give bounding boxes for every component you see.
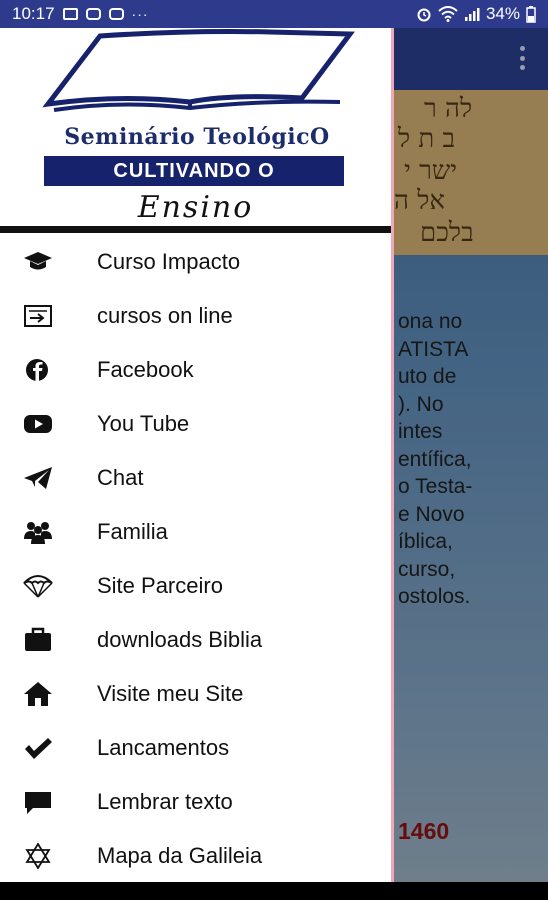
youtube-icon <box>85 8 101 20</box>
menu-item-lembrar-texto[interactable]: Lembrar texto <box>0 775 391 829</box>
alarm-icon <box>417 8 431 22</box>
card-arrow-icon <box>24 305 52 327</box>
image-icon <box>62 8 78 20</box>
system-navigation-bar <box>0 882 548 900</box>
graduation-cap-icon <box>24 252 52 270</box>
header-divider <box>0 226 391 233</box>
battery-icon <box>526 5 536 23</box>
youtube-icon <box>108 8 124 20</box>
menu-label: Familia <box>97 519 168 544</box>
signal-icon <box>464 8 480 21</box>
drawer-scrim[interactable] <box>394 28 548 900</box>
drawer-header: Seminário TeológicO CULTIVANDO O Ensino <box>0 28 391 226</box>
menu-item-mapa-da-galileia[interactable]: Mapa da Galileia <box>0 829 391 883</box>
youtube-icon <box>24 415 52 433</box>
menu-label: Visite meu Site <box>97 681 244 706</box>
logo-subtitle-box: CULTIVANDO O <box>44 156 344 186</box>
facebook-icon <box>26 359 48 381</box>
drawer-menu: Curso Impacto cursos on line Facebook Yo… <box>0 235 391 883</box>
menu-label: downloads Biblia <box>97 627 263 652</box>
home-icon <box>24 682 52 706</box>
star-of-david-icon <box>25 843 51 869</box>
wifi-icon <box>438 6 458 22</box>
menu-item-familia[interactable]: Familia <box>0 505 391 559</box>
parachute-icon <box>23 575 53 598</box>
menu-item-cursos-on-line[interactable]: cursos on line <box>0 289 391 343</box>
menu-label: Facebook <box>97 357 194 382</box>
battery-percent: 34% <box>485 4 520 23</box>
menu-label: Chat <box>97 465 144 490</box>
paper-plane-icon <box>24 467 52 489</box>
status-time: 10:17 <box>12 4 55 23</box>
chat-bubble-icon <box>25 792 51 814</box>
briefcase-icon <box>25 627 51 651</box>
menu-label: Curso Impacto <box>97 249 241 274</box>
menu-item-lancamentos[interactable]: Lancamentos <box>0 721 391 775</box>
menu-label: You Tube <box>97 411 190 436</box>
menu-label: Site Parceiro <box>97 573 223 598</box>
menu-label: Mapa da Galileia <box>97 843 263 868</box>
more-notifications: ··· <box>131 6 149 22</box>
menu-item-chat[interactable]: Chat <box>0 451 391 505</box>
menu-item-visite-meu-site[interactable]: Visite meu Site <box>0 667 391 721</box>
group-icon <box>24 522 52 544</box>
open-book-logo <box>42 29 355 112</box>
background-app: לה ר ב ת ל ישר י אל ה בלכם ona no ATISTA… <box>394 28 548 900</box>
menu-label: cursos on line <box>97 303 233 328</box>
menu-item-you-tube[interactable]: You Tube <box>0 397 391 451</box>
menu-item-site-parceiro[interactable]: Site Parceiro <box>0 559 391 613</box>
logo-subtitle: CULTIVANDO O <box>113 159 275 182</box>
menu-item-downloads-biblia[interactable]: downloads Biblia <box>0 613 391 667</box>
menu-label: Lembrar texto <box>97 789 233 814</box>
menu-item-facebook[interactable]: Facebook <box>0 343 391 397</box>
menu-label: Lancamentos <box>97 735 230 760</box>
status-bar: 10:17 ··· 34% <box>0 0 548 28</box>
menu-item-curso-impacto[interactable]: Curso Impacto <box>0 235 391 289</box>
navigation-drawer: Seminário TeológicO CULTIVANDO O Ensino … <box>0 28 394 882</box>
checkmark-icon <box>25 738 52 759</box>
logo-title: Seminário TeológicO <box>64 124 330 150</box>
logo-script: Ensino <box>137 190 254 225</box>
